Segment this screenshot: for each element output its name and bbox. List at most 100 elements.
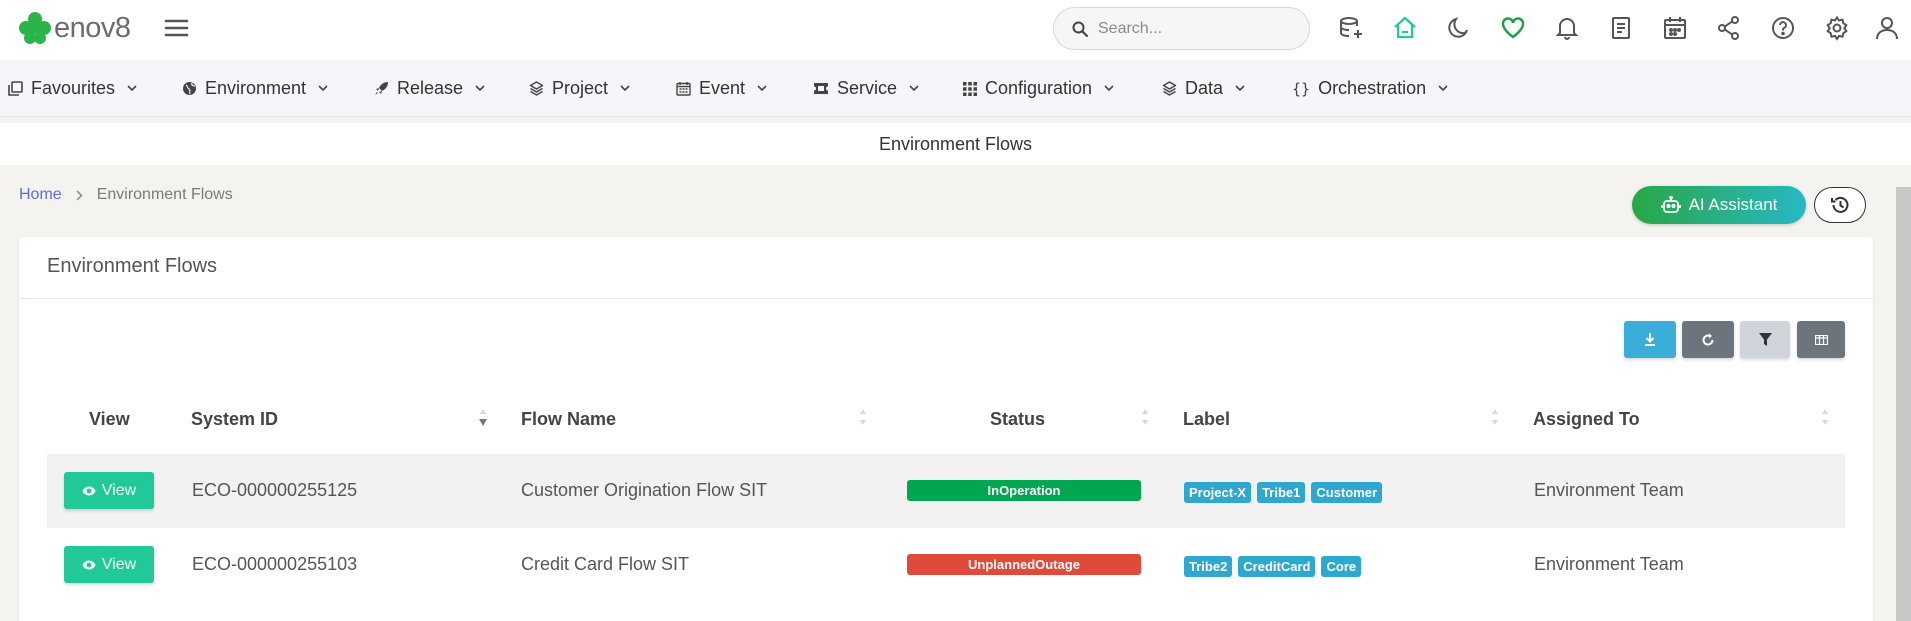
chevron-down-icon [475,85,485,92]
page-scrollbar[interactable] [1896,187,1911,621]
label-tag: Customer [1311,482,1383,503]
columns-button[interactable] [1797,321,1845,358]
flow-name: Credit Card Flow SIT [521,554,690,574]
flow-name: Customer Origination Flow SIT [521,480,768,500]
assigned-to: Environment Team [1534,554,1684,574]
sort-icon[interactable] [1490,405,1500,429]
rocket-icon [374,81,389,96]
nav-project[interactable]: Project [529,60,630,117]
nav-favourites[interactable]: Favourites [8,60,137,117]
grid-icon [963,81,977,96]
nav-configuration[interactable]: Configuration [963,60,1114,117]
label-tag: Tribe1 [1257,482,1306,503]
sort-icon[interactable] [1820,405,1830,429]
settings-icon[interactable] [1823,14,1851,42]
filter-button[interactable] [1740,321,1790,358]
refresh-button[interactable] [1682,321,1734,358]
favourites-icon [8,81,23,96]
column-header-status[interactable]: Status [990,409,1045,430]
view-button[interactable]: View [64,472,154,509]
view-label: View [101,481,137,499]
chevron-down-icon [1438,85,1448,92]
ai-assistant-button[interactable]: AI Assistant [1632,186,1806,224]
search-icon [1072,21,1088,37]
label-tag: Tribe2 [1184,556,1233,577]
nav-label: Release [397,78,464,98]
chevron-down-icon [757,85,767,92]
nav-event[interactable]: Event [676,60,767,117]
search-box[interactable] [1053,7,1310,50]
nav-release[interactable]: Release [374,60,485,117]
card-divider [19,298,1873,299]
status-badge: InOperation [907,480,1141,501]
filter-icon [1758,333,1772,346]
download-icon [1645,333,1655,346]
nav-label: Favourites [31,78,116,98]
nav-label: Event [699,78,746,98]
search-input[interactable] [1098,19,1288,38]
calendar-icon [676,81,691,96]
nav-data[interactable]: Data [1162,60,1245,117]
card-title: Environment Flows [47,255,218,277]
bell-icon[interactable] [1553,14,1581,42]
nav-environment[interactable]: Environment [182,60,328,117]
hamburger-menu-icon[interactable] [163,16,191,40]
view-button[interactable]: View [64,546,154,583]
status-badge: UnplannedOutage [907,554,1141,575]
label-tag: Core [1321,556,1362,577]
nav-service[interactable]: Service [813,60,919,117]
view-label: View [101,555,137,573]
eye-icon [82,486,96,495]
ai-assistant-label: AI Assistant [1688,195,1778,214]
logo-text: enov8 [54,11,131,44]
enov8-logo[interactable]: enov8 [18,8,131,48]
table-row: View ECO-000000255125 Customer Originati… [47,454,1845,528]
nav-label: Orchestration [1318,78,1427,98]
column-header-assigned-to[interactable]: Assigned To [1533,409,1640,430]
column-header-system-id[interactable]: System ID [191,409,278,430]
label-tag: Project-X [1184,482,1252,503]
nav-label: Service [837,78,898,98]
column-header-label[interactable]: Label [1183,409,1230,430]
sort-icon[interactable] [858,405,868,429]
chevron-down-icon [1235,85,1245,92]
chevron-right-icon [76,189,83,201]
database-add-icon[interactable] [1337,14,1365,42]
share-icon[interactable] [1715,14,1743,42]
moon-icon[interactable] [1445,14,1473,42]
breadcrumb-home-link[interactable]: Home [19,186,62,204]
label-tags: Tribe2 CreditCard Core [1184,556,1362,577]
home-icon[interactable] [1391,14,1419,42]
breadcrumb: Home Environment Flows [19,186,233,204]
download-button[interactable] [1624,321,1676,358]
chevron-down-icon [1104,85,1114,92]
chevron-down-icon [909,85,919,92]
top-bar: enov8 [0,0,1911,60]
breadcrumb-current: Environment Flows [96,186,233,203]
heart-icon[interactable] [1499,14,1527,42]
nav-orchestration[interactable]: {} Orchestration [1292,60,1448,117]
nav-label: Configuration [985,78,1093,98]
sort-descending-icon[interactable] [478,405,488,429]
user-icon[interactable] [1873,14,1901,42]
braces-icon: {} [1292,79,1311,98]
help-icon[interactable] [1769,14,1797,42]
nav-label: Project [552,78,609,98]
column-header-flow-name[interactable]: Flow Name [521,409,616,430]
chevron-down-icon [318,85,328,92]
history-button[interactable] [1814,187,1866,223]
columns-icon [1814,334,1828,345]
label-tags: Project-X Tribe1 Customer [1184,482,1383,503]
history-icon [1831,196,1849,213]
chevron-down-icon [127,85,137,92]
system-id: ECO-000000255103 [192,554,358,574]
assigned-to: Environment Team [1534,480,1684,500]
eye-icon [82,560,96,569]
clover-icon [19,12,51,44]
document-icon[interactable] [1607,14,1635,42]
sort-icon[interactable] [1140,405,1150,429]
table-row: View ECO-000000255103 Credit Card Flow S… [47,528,1845,602]
calendar-icon[interactable] [1661,14,1689,42]
robot-icon [1660,196,1681,213]
environment-flows-card: Environment Flows View System ID Flow Na… [19,237,1873,621]
